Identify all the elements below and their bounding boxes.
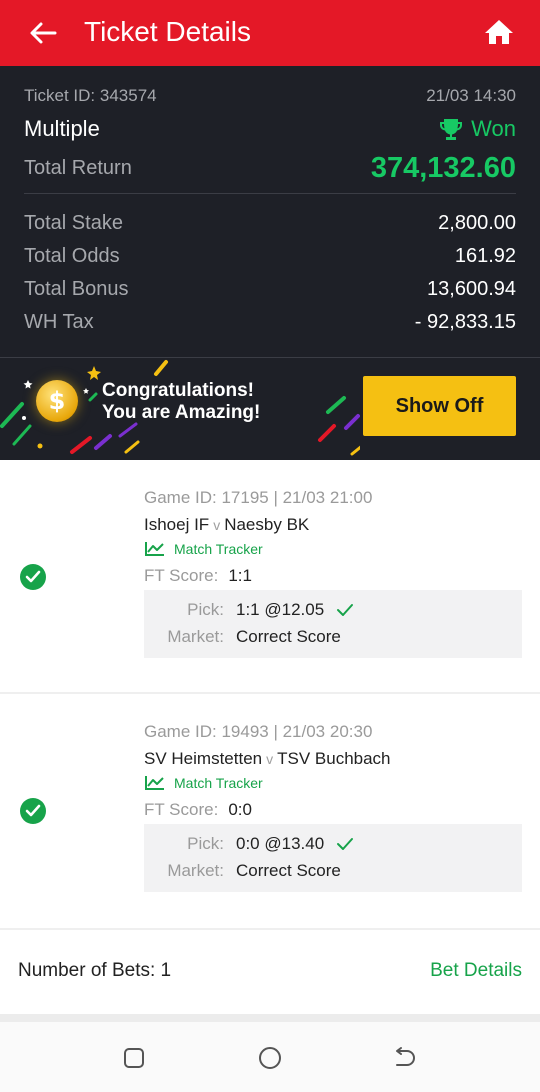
ft-score-label: FT Score: — [144, 800, 219, 819]
home-team: SV Heimstetten — [144, 749, 263, 768]
congrats-banner: $ Congratulations! You are Amazing! Show… — [0, 358, 540, 460]
number-of-bets: Number of Bets: 1 — [18, 960, 172, 981]
market-value: Correct Score — [236, 627, 341, 646]
ft-score-value: 1:1 — [228, 566, 252, 585]
match-tracker-link[interactable]: Match Tracker — [144, 775, 263, 791]
match-teams: SV Heimstetten v TSV Buchbach — [144, 749, 391, 769]
wh-tax-value: - 92,833.15 — [414, 311, 516, 333]
app-header: Ticket Details — [0, 0, 540, 66]
total-bonus-value: 13,600.94 — [427, 278, 516, 300]
versus-label: v — [266, 751, 274, 767]
ft-score: FT Score: 0:0 — [144, 800, 252, 820]
bet-selection[interactable]: Game ID: 17195 | 21/03 21:00 Ishoej IF v N… — [0, 460, 540, 692]
pick-box: Pick: 0:0 @13.40 Market: Correct Score — [144, 824, 522, 892]
away-team: TSV Buchbach — [277, 749, 391, 768]
total-return-label: Total Return — [24, 157, 132, 179]
match-tracker-link[interactable]: Match Tracker — [144, 541, 263, 557]
status-text: Won — [471, 116, 516, 141]
correct-tick-icon — [337, 604, 354, 616]
recent-apps-icon[interactable] — [120, 1044, 148, 1072]
back-nav-icon[interactable] — [390, 1044, 418, 1072]
system-navigation-bar — [0, 1022, 540, 1092]
versus-label: v — [213, 517, 221, 533]
game-info: Game ID: 19493 | 21/03 20:30 — [144, 722, 373, 741]
home-team: Ishoej IF — [144, 515, 210, 534]
wh-tax-label: WH Tax — [24, 311, 94, 333]
pick-box: Pick: 1:1 @12.05 Market: Correct Score — [144, 590, 522, 658]
home-icon[interactable] — [484, 18, 514, 48]
game-info: Game ID: 17195 | 21/03 21:00 — [144, 488, 373, 507]
divider — [0, 1014, 540, 1022]
total-odds-value: 161.92 — [454, 245, 516, 267]
match-teams: Ishoej IF v Naesby BK — [144, 515, 309, 535]
show-off-button[interactable]: Show Off — [363, 376, 516, 436]
won-check-icon — [20, 798, 46, 824]
status-badge: Won — [439, 116, 516, 142]
ticket-datetime: 21/03 14:30 — [426, 86, 516, 105]
chart-line-icon — [145, 776, 164, 790]
page-title: Ticket Details — [84, 16, 252, 47]
total-bonus-label: Total Bonus — [24, 278, 129, 300]
congrats-line2: You are Amazing! — [102, 402, 261, 423]
correct-tick-icon — [337, 838, 354, 850]
trophy-icon — [440, 119, 463, 140]
ft-score-value: 0:0 — [228, 800, 252, 819]
match-tracker-label: Match Tracker — [174, 541, 263, 557]
bet-details-link[interactable]: Bet Details — [430, 960, 522, 982]
coin-icon: $ — [36, 380, 78, 422]
bet-type: Multiple — [24, 116, 100, 141]
congrats-line1: Congratulations! — [102, 380, 254, 401]
congrats-text: Congratulations! You are Amazing! — [102, 380, 260, 424]
back-arrow-icon[interactable] — [28, 18, 58, 48]
market-label: Market: — [167, 861, 224, 880]
ft-score: FT Score: 1:1 — [144, 566, 252, 586]
ticket-summary: Ticket ID: 343574 21/03 14:30 Multiple W… — [0, 66, 540, 460]
total-odds-label: Total Odds — [24, 245, 120, 267]
bet-selection[interactable]: Game ID: 19493 | 21/03 20:30 SV Heimstet… — [0, 694, 540, 928]
home-circle-icon[interactable] — [256, 1044, 284, 1072]
away-team: Naesby BK — [224, 515, 310, 534]
ft-score-label: FT Score: — [144, 566, 219, 585]
ticket-id: Ticket ID: 343574 — [24, 86, 157, 105]
total-return-value: 374,132.60 — [370, 152, 516, 184]
total-stake-label: Total Stake — [24, 212, 123, 234]
pick-value: 1:1 @12.05 — [236, 600, 325, 619]
market-value: Correct Score — [236, 861, 341, 880]
chart-line-icon — [145, 542, 164, 556]
bets-footer: Number of Bets: 1 Bet Details — [0, 930, 540, 1014]
pick-label: Pick: — [187, 834, 224, 853]
match-tracker-label: Match Tracker — [174, 775, 263, 791]
pick-label: Pick: — [187, 600, 224, 619]
divider — [24, 193, 516, 194]
market-label: Market: — [167, 627, 224, 646]
won-check-icon — [20, 564, 46, 590]
pick-value: 0:0 @13.40 — [236, 834, 325, 853]
total-stake-value: 2,800.00 — [438, 212, 516, 234]
